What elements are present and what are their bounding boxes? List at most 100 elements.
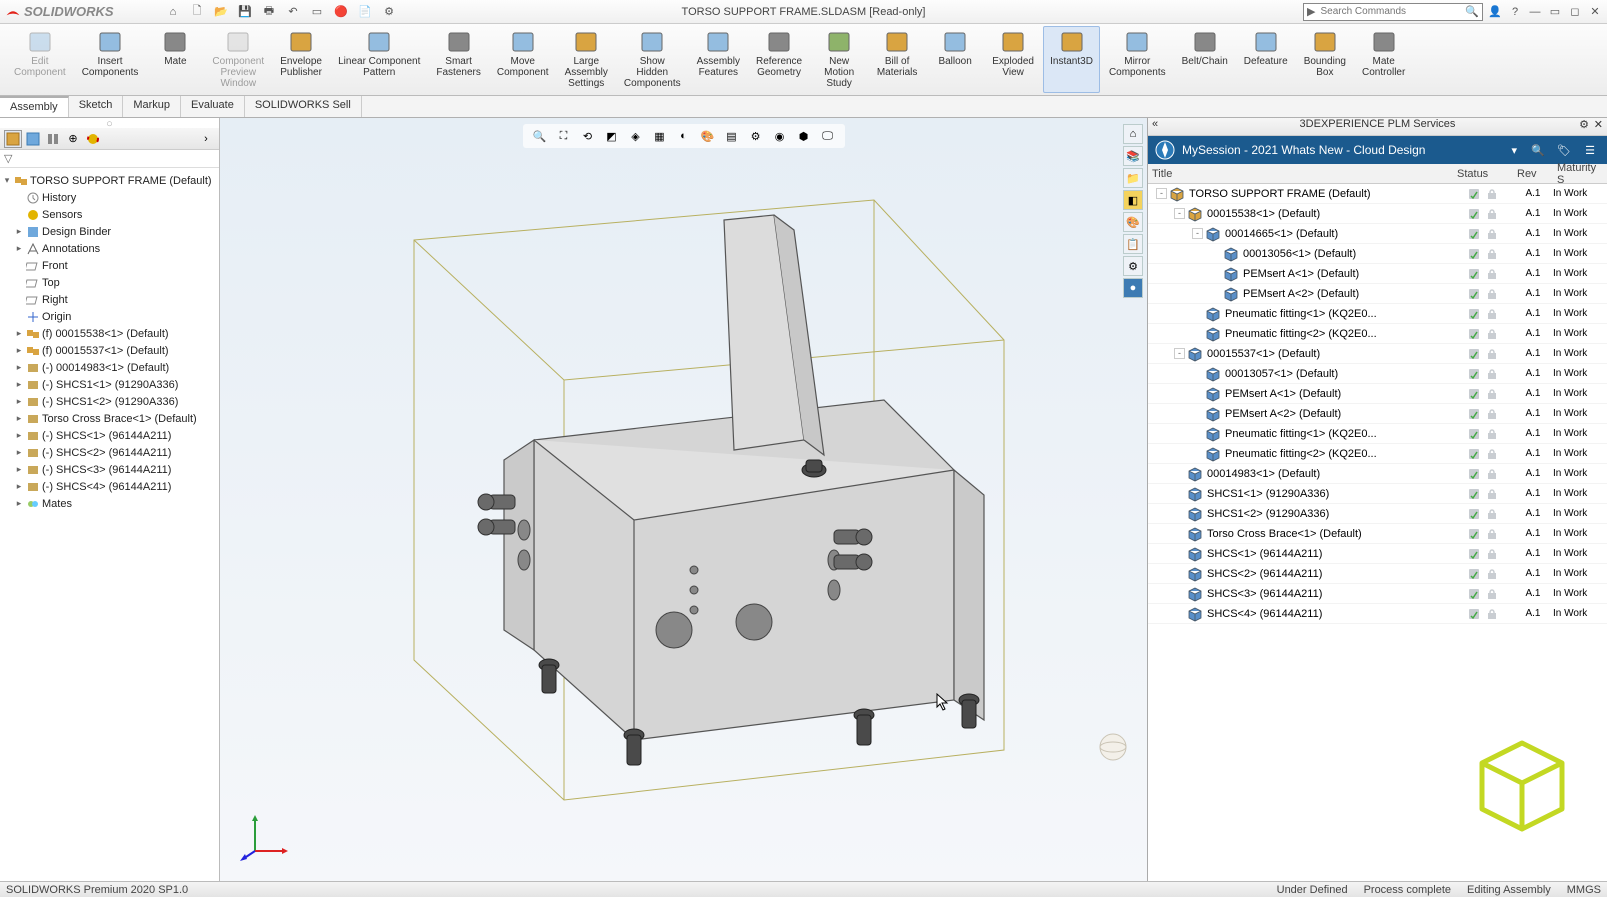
plm-row[interactable]: Pneumatic fitting<1> (KQ2E0...A.1In Work (1148, 304, 1607, 324)
plm-row[interactable]: SHCS<1> (96144A211)A.1In Work (1148, 544, 1607, 564)
tab-sketch[interactable]: Sketch (69, 96, 124, 117)
tree-item[interactable]: Origin (2, 308, 217, 325)
expand-icon[interactable]: ▸ (14, 396, 24, 407)
ribbon-smart-fasteners[interactable]: Smart Fasteners (429, 26, 487, 93)
apply-scene-icon[interactable]: ▤ (723, 127, 741, 145)
expand-icon[interactable]: ▸ (14, 430, 24, 441)
fm-display-tab-icon[interactable] (84, 130, 102, 148)
restore-icon[interactable]: ▭ (1547, 4, 1563, 20)
plm-row[interactable]: SHCS1<2> (91290A336)A.1In Work (1148, 504, 1607, 524)
tab-solidworks-sell[interactable]: SOLIDWORKS Sell (245, 96, 362, 117)
plm-row[interactable]: Pneumatic fitting<2> (KQ2E0...A.1In Work (1148, 444, 1607, 464)
plm-row[interactable]: 00013056<1> (Default)A.1In Work (1148, 244, 1607, 264)
hide-show-icon[interactable]: ◐ (675, 127, 693, 145)
expand-icon[interactable]: - (1192, 228, 1203, 239)
zoom-area-icon[interactable]: ⛶ (555, 127, 573, 145)
ribbon-large-assembly-settings[interactable]: Large Assembly Settings (558, 26, 615, 93)
tree-root[interactable]: ▾ TORSO SUPPORT FRAME (Default) (2, 172, 217, 189)
panel-grip[interactable]: ○ (0, 118, 219, 128)
plm-row[interactable]: -00015537<1> (Default)A.1In Work (1148, 344, 1607, 364)
screen-icon[interactable]: 🖵 (819, 127, 837, 145)
select-icon[interactable]: ▭ (308, 3, 326, 21)
plm-row[interactable]: PEMsert A<1> (Default)A.1In Work (1148, 264, 1607, 284)
menu-icon[interactable]: ☰ (1579, 139, 1601, 161)
plm-row[interactable]: SHCS1<1> (91290A336)A.1In Work (1148, 484, 1607, 504)
tree-item[interactable]: Sensors (2, 206, 217, 223)
panel-close-icon[interactable]: ✕ (1594, 118, 1603, 131)
design-lib-tab-icon[interactable]: 📁 (1123, 168, 1143, 188)
plm-row[interactable]: -00015538<1> (Default)A.1In Work (1148, 204, 1607, 224)
col-maturity[interactable]: Maturity S (1553, 162, 1607, 186)
prev-view-icon[interactable]: ⟲ (579, 127, 597, 145)
tree-item[interactable]: Front (2, 257, 217, 274)
expand-icon[interactable]: ▸ (14, 362, 24, 373)
expand-icon[interactable]: ▸ (14, 243, 24, 254)
zoom-fit-icon[interactable]: 🔍 (531, 127, 549, 145)
home-icon[interactable]: ⌂ (164, 3, 182, 21)
expand-icon[interactable]: ▾ (2, 175, 12, 186)
view-sphere-icon[interactable] (1097, 731, 1129, 763)
3dx-icon[interactable]: ⬢ (795, 127, 813, 145)
ribbon-bill-of-materials[interactable]: Bill of Materials (869, 26, 925, 93)
tree-item[interactable]: Top (2, 274, 217, 291)
minimize-icon[interactable]: — (1527, 4, 1543, 20)
fm-tree-tab-icon[interactable] (4, 130, 22, 148)
panel-settings-icon[interactable]: ⚙ (1579, 118, 1589, 131)
new-icon[interactable]: 🗋 (188, 3, 206, 21)
plm-row[interactable]: SHCS<3> (96144A211)A.1In Work (1148, 584, 1607, 604)
panel-collapse-icon[interactable]: « (1152, 118, 1158, 130)
view-orient-icon[interactable]: ◈ (627, 127, 645, 145)
ribbon-reference-geometry[interactable]: Reference Geometry (749, 26, 809, 93)
search-panel-icon[interactable]: 🔍 (1527, 139, 1549, 161)
undo-icon[interactable]: ↶ (284, 3, 302, 21)
tree-item[interactable]: History (2, 189, 217, 206)
home-tab-icon[interactable]: ⌂ (1123, 124, 1143, 144)
fm-property-tab-icon[interactable] (24, 130, 42, 148)
tab-markup[interactable]: Markup (123, 96, 181, 117)
ribbon-exploded-view[interactable]: Exploded View (985, 26, 1041, 93)
expand-icon[interactable]: ▸ (14, 481, 24, 492)
status-units[interactable]: MMGS (1567, 884, 1601, 896)
tree-item[interactable]: ▸Mates (2, 495, 217, 512)
tree-item[interactable]: ▸Design Binder (2, 223, 217, 240)
tree-item[interactable]: ▸(-) SHCS1<2> (91290A336) (2, 393, 217, 410)
tree-item[interactable]: ▸(f) 00015538<1> (Default) (2, 325, 217, 342)
tree-item[interactable]: Right (2, 291, 217, 308)
expand-icon[interactable]: ▸ (14, 413, 24, 424)
col-status[interactable]: Status (1453, 168, 1513, 180)
plm-row[interactable]: PEMsert A<2> (Default)A.1In Work (1148, 404, 1607, 424)
ribbon-instant3d[interactable]: Instant3D (1043, 26, 1100, 93)
expand-icon[interactable]: ▸ (14, 226, 24, 237)
search-input[interactable] (1318, 6, 1462, 17)
tree-item[interactable]: ▸Annotations (2, 240, 217, 257)
expand-icon[interactable]: ▸ (14, 345, 24, 356)
ribbon-insert-components[interactable]: Insert Components (75, 26, 146, 93)
ribbon-new-motion-study[interactable]: New Motion Study (811, 26, 867, 93)
plm-row[interactable]: -00014665<1> (Default)A.1In Work (1148, 224, 1607, 244)
tab-evaluate[interactable]: Evaluate (181, 96, 245, 117)
save-icon[interactable]: 💾 (236, 3, 254, 21)
section-icon[interactable]: ◩ (603, 127, 621, 145)
search-commands[interactable]: ▶ 🔍 (1303, 3, 1483, 21)
resources-tab-icon[interactable]: 📚 (1123, 146, 1143, 166)
close-icon[interactable]: ✕ (1587, 4, 1603, 20)
expand-icon[interactable]: ▸ (14, 464, 24, 475)
expand-icon[interactable]: ▸ (14, 328, 24, 339)
display-style-icon[interactable]: ▦ (651, 127, 669, 145)
tab-assembly[interactable]: Assembly (0, 96, 69, 117)
tree-item[interactable]: ▸(-) SHCS<2> (96144A211) (2, 444, 217, 461)
maximize-icon[interactable]: ◻ (1567, 4, 1583, 20)
plm-row[interactable]: PEMsert A<1> (Default)A.1In Work (1148, 384, 1607, 404)
expand-icon[interactable]: ▸ (14, 498, 24, 509)
expand-icon[interactable]: ▸ (14, 379, 24, 390)
open-icon[interactable]: 📂 (212, 3, 230, 21)
tree-item[interactable]: ▸(-) SHCS1<1> (91290A336) (2, 376, 217, 393)
view-palette-tab-icon[interactable]: 🎨 (1123, 212, 1143, 232)
fm-more-icon[interactable]: › (197, 130, 215, 148)
filter-bar[interactable]: ▽ (0, 150, 219, 168)
view-triad[interactable] (240, 811, 290, 861)
plm-row[interactable]: 00013057<1> (Default)A.1In Work (1148, 364, 1607, 384)
forum-tab-icon[interactable]: ● (1123, 278, 1143, 298)
tree-item[interactable]: ▸(-) SHCS<1> (96144A211) (2, 427, 217, 444)
plm-row[interactable]: SHCS<2> (96144A211)A.1In Work (1148, 564, 1607, 584)
